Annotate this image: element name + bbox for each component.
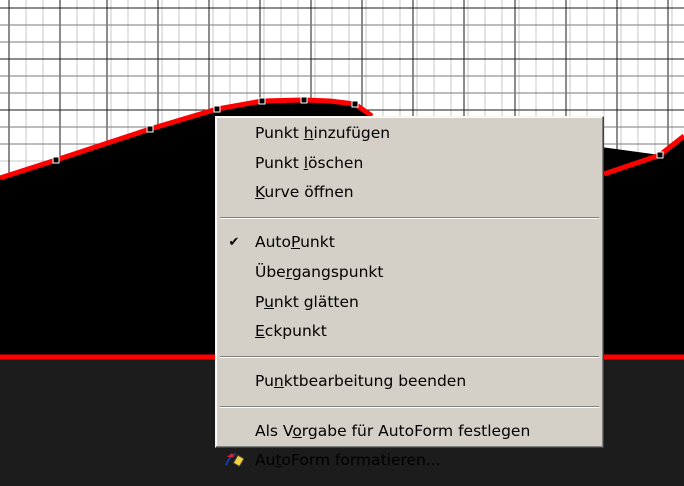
- menu-item-label: Punkt löschen: [255, 153, 364, 172]
- vertex-handle[interactable]: [213, 105, 221, 113]
- menu-separator: [220, 405, 599, 408]
- menu-item-label: Übergangspunkt: [255, 262, 384, 281]
- menu-item-gutter: [219, 178, 249, 206]
- menu-item-label: Kurve öffnen: [255, 183, 354, 202]
- vertex-handle[interactable]: [351, 100, 359, 108]
- vertex-handle[interactable]: [146, 125, 154, 133]
- menu-item[interactable]: AutoForm formatieren...: [219, 446, 600, 474]
- menu-item[interactable]: Punktbearbeitung beenden: [219, 367, 600, 395]
- menu-item-gutter: [219, 149, 249, 177]
- menu-item[interactable]: Eckpunkt: [219, 317, 600, 345]
- menu-item-label: Als Vorgabe für AutoForm festlegen: [255, 421, 531, 440]
- menu-item[interactable]: Punkt löschen: [219, 149, 600, 177]
- menu-item[interactable]: Punkt glätten: [219, 288, 600, 316]
- menu-separator: [220, 217, 599, 220]
- menu-item-label: AutoForm formatieren...: [255, 451, 441, 470]
- menu-item-label: Eckpunkt: [255, 322, 327, 341]
- vertex-handle[interactable]: [258, 97, 266, 105]
- vertex-handle[interactable]: [300, 96, 308, 104]
- menu-item-label: AutoPunkt: [255, 233, 335, 252]
- menu-item-gutter: [219, 367, 249, 395]
- context-menu: Punkt hinzufügen Punkt löschen Kurve öffne…: [215, 116, 604, 469]
- menu-item-gutter: [219, 288, 249, 316]
- menu-item-gutter: [219, 317, 249, 345]
- menu-item[interactable]: Punkt hinzufügen: [219, 119, 600, 147]
- vertex-handle[interactable]: [52, 156, 60, 164]
- menu-item-gutter: [219, 417, 249, 445]
- menu-item[interactable]: Übergangspunkt: [219, 258, 600, 286]
- menu-item-label: Punkt glätten: [255, 292, 359, 311]
- menu-item[interactable]: Kurve öffnen: [219, 178, 600, 206]
- menu-item[interactable]: ✔ AutoPunkt: [219, 228, 600, 256]
- checkmark-icon: ✔: [228, 234, 240, 250]
- vertex-handle[interactable]: [656, 151, 664, 159]
- menu-item-gutter: [219, 119, 249, 147]
- menu-separator: [220, 355, 599, 358]
- menu-item-gutter: [219, 258, 249, 286]
- format-autoshape-icon: [219, 446, 249, 474]
- menu-item[interactable]: Als Vorgabe für AutoForm festlegen: [219, 417, 600, 445]
- menu-item-label: Punktbearbeitung beenden: [255, 371, 467, 390]
- menu-item-label: Punkt hinzufügen: [255, 124, 391, 142]
